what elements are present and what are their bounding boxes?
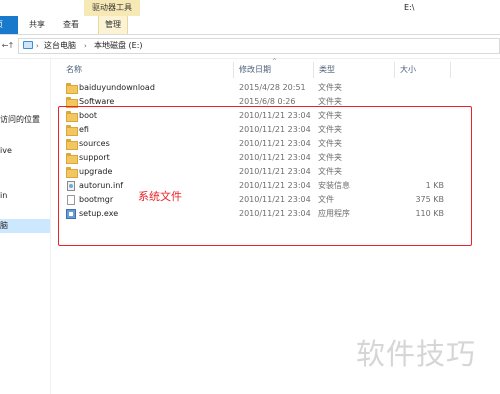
tab-file[interactable]: 页 [0,16,18,34]
nav-item-drive[interactable]: ive [0,145,12,157]
column-separator[interactable] [313,62,314,78]
tab-view[interactable]: 查看 [60,16,82,34]
tab-manage[interactable]: 管理 [98,16,128,34]
title-bar [0,0,500,16]
column-header-date[interactable]: 修改日期 [239,63,271,77]
column-separator[interactable] [394,62,395,78]
pane-divider[interactable] [50,59,51,394]
column-header-type[interactable]: 类型 [319,63,335,77]
column-header-name[interactable]: 名称 [66,63,82,77]
breadcrumb-chevron-icon[interactable]: › [84,39,87,53]
tab-file-label: 页 [0,16,3,34]
ribbon-divider [0,34,500,35]
address-bar[interactable] [18,38,500,54]
up-arrow-icon[interactable]: ↑ [6,40,16,52]
nav-item-recent-places[interactable]: 访问的位置 [0,114,40,126]
sort-caret-icon: ^ [272,58,278,65]
window-title: E:\ [404,3,415,12]
file-type: 文件夹 [318,83,342,92]
address-divider [0,58,500,59]
tab-share[interactable]: 共享 [26,16,48,34]
nav-item-domain[interactable]: in [0,190,7,202]
column-header-size[interactable]: 大小 [400,63,416,77]
column-separator[interactable] [450,62,451,78]
file-date: 2015/4/28 20:51 [239,83,306,92]
watermark: 软件技巧 [356,337,477,371]
contextual-tab-group-title: 驱动器工具 [92,3,132,12]
annotation-highlight-box [58,106,472,246]
folder-icon [66,83,78,94]
column-separator[interactable] [233,62,234,78]
file-row[interactable]: baiduyundownload 2015/4/28 20:51 文件夹 [62,81,450,95]
file-name: baiduyundownload [79,83,155,92]
nav-item-this-pc[interactable]: 脑 [0,220,8,232]
annotation-label: 系统文件 [138,190,182,203]
this-pc-icon [23,41,33,49]
breadcrumb-local-disk[interactable]: 本地磁盘 (E:) [94,39,143,53]
breadcrumb-this-pc[interactable]: 这台电脑 [44,39,76,53]
breadcrumb-chevron-icon[interactable]: › [36,39,39,53]
